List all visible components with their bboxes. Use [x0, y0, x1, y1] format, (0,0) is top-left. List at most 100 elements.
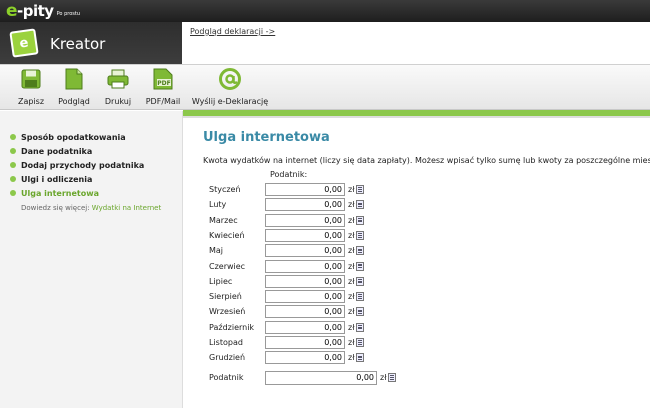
section-title: Ulga internetowa [203, 130, 330, 145]
bullet-icon [10, 148, 16, 154]
sidebar-item-sposob-opodatkowania[interactable]: Sposób opodatkowania [10, 130, 144, 144]
month-amount-input[interactable] [265, 228, 345, 242]
printer-icon [107, 67, 129, 91]
month-amount-input[interactable] [265, 320, 345, 334]
total-label: Podatnik [209, 373, 244, 382]
month-label: Styczeń [209, 185, 241, 194]
month-row: Marzec zł [209, 213, 365, 228]
document-icon [63, 67, 85, 91]
sidebar-item-ulga-internetowa[interactable]: Ulga internetowa [10, 186, 144, 200]
month-row: Październik zł [209, 320, 365, 335]
month-label: Październik [209, 322, 255, 332]
month-label: Sierpień [209, 292, 242, 302]
currency-unit: zł [348, 185, 355, 194]
send-edeclaration-button[interactable]: Wyślij e-Deklarację [190, 67, 270, 106]
month-label: Wrzesień [209, 307, 246, 317]
month-row: Maj zł [209, 243, 365, 258]
currency-unit: zł [348, 215, 355, 225]
total-input[interactable] [265, 370, 377, 385]
bullet-icon [10, 134, 16, 140]
currency-unit: zł [348, 353, 355, 363]
currency-unit: zł [348, 246, 355, 256]
month-row: Sierpień zł [209, 289, 365, 304]
column-header: Podatnik: [270, 170, 308, 179]
app-logo[interactable]: e-pity Po prostu [6, 1, 80, 21]
sidebar: Sposób opodatkowania Dane podatnika Doda… [0, 111, 183, 408]
month-amount-input[interactable] [265, 336, 345, 349]
month-row: Luty zł [209, 197, 365, 212]
month-label: Czerwiec [209, 261, 246, 271]
month-row: Styczeń zł [209, 182, 365, 197]
logo-text: e-pity [6, 1, 54, 21]
calculator-icon[interactable] [356, 230, 365, 240]
section-description: Kwota wydatków na internet (liczy się da… [203, 156, 650, 165]
top-bar: e-pity Po prostu [0, 0, 650, 22]
sidebar-item-dodaj-przychody[interactable]: Dodaj przychody podatnika [10, 158, 144, 172]
kreator-title: Kreator [50, 35, 106, 53]
calculator-icon[interactable] [356, 185, 365, 194]
total-row: Podatnik zł [209, 370, 397, 385]
currency-unit: zł [348, 276, 355, 286]
month-amount-input[interactable] [265, 183, 345, 196]
toolbar: Zapisz Podgląd Drukuj PDF PDF/Mail Wyśli… [0, 64, 650, 110]
calculator-icon[interactable] [388, 373, 397, 382]
month-row: Wrzesień zł [209, 304, 365, 319]
bullet-icon [10, 176, 16, 182]
pdf-icon: PDF [152, 67, 174, 91]
month-label: Grudzień [209, 353, 246, 363]
bullet-icon [10, 162, 16, 168]
month-row: Czerwiec zł [209, 259, 365, 274]
month-amount-input[interactable] [265, 259, 345, 273]
calculator-icon[interactable] [356, 322, 365, 332]
e-logo-icon: e [9, 28, 39, 58]
month-label: Lipiec [209, 276, 233, 286]
month-row: Grudzień zł [209, 350, 365, 365]
month-label: Luty [209, 200, 227, 210]
month-row: Listopad zł [209, 335, 365, 350]
currency-unit: zł [348, 230, 355, 240]
currency-unit: zł [348, 322, 355, 332]
calculator-icon[interactable] [356, 215, 365, 225]
bullet-icon [10, 190, 16, 196]
calculator-icon[interactable] [356, 200, 365, 210]
month-row: Lipiec zł [209, 274, 365, 289]
month-amount-input[interactable] [265, 274, 345, 288]
calculator-icon[interactable] [356, 276, 365, 286]
month-row: Kwiecień zł [209, 228, 365, 243]
svg-text:PDF: PDF [157, 80, 170, 87]
currency-unit: zł [348, 200, 355, 210]
calculator-icon[interactable] [356, 338, 365, 347]
calculator-icon[interactable] [356, 292, 365, 302]
month-label: Marzec [209, 215, 238, 225]
month-amount-input[interactable] [265, 290, 345, 304]
currency-unit: zł [348, 307, 355, 317]
learn-more-link[interactable]: Wydatki na Internet [92, 204, 161, 212]
month-amount-input[interactable] [265, 198, 345, 212]
calculator-icon[interactable] [356, 307, 365, 317]
divider [183, 116, 650, 118]
calculator-icon[interactable] [356, 353, 365, 363]
learn-more: Dowiedz się więcej: Wydatki na Internet [21, 204, 162, 212]
sidebar-item-ulgi-i-odliczenia[interactable]: Ulgi i odliczenia [10, 172, 144, 186]
at-sign-icon [219, 67, 241, 91]
currency-unit: zł [348, 261, 355, 271]
currency-unit: zł [348, 292, 355, 302]
kreator-header: e Kreator [0, 22, 182, 64]
month-amount-input[interactable] [265, 213, 345, 227]
month-amount-input[interactable] [265, 351, 345, 365]
calculator-icon[interactable] [356, 246, 365, 256]
sidebar-item-dane-podatnika[interactable]: Dane podatnika [10, 144, 144, 158]
pdf-mail-button[interactable]: PDF PDF/Mail [133, 67, 193, 106]
logo-tagline: Po prostu [56, 11, 80, 17]
wizard-steps: Sposób opodatkowania Dane podatnika Doda… [10, 130, 144, 200]
preview-declaration-link[interactable]: Podgląd deklaracji -> [190, 27, 275, 36]
month-amount-input[interactable] [265, 305, 345, 319]
currency-unit: zł [348, 338, 355, 347]
month-amount-input[interactable] [265, 244, 345, 258]
month-label: Listopad [209, 338, 243, 347]
month-label: Kwiecień [209, 230, 245, 240]
currency-unit: zł [380, 373, 387, 382]
floppy-disk-icon [20, 67, 42, 91]
calculator-icon[interactable] [356, 261, 365, 271]
month-label: Maj [209, 246, 224, 256]
